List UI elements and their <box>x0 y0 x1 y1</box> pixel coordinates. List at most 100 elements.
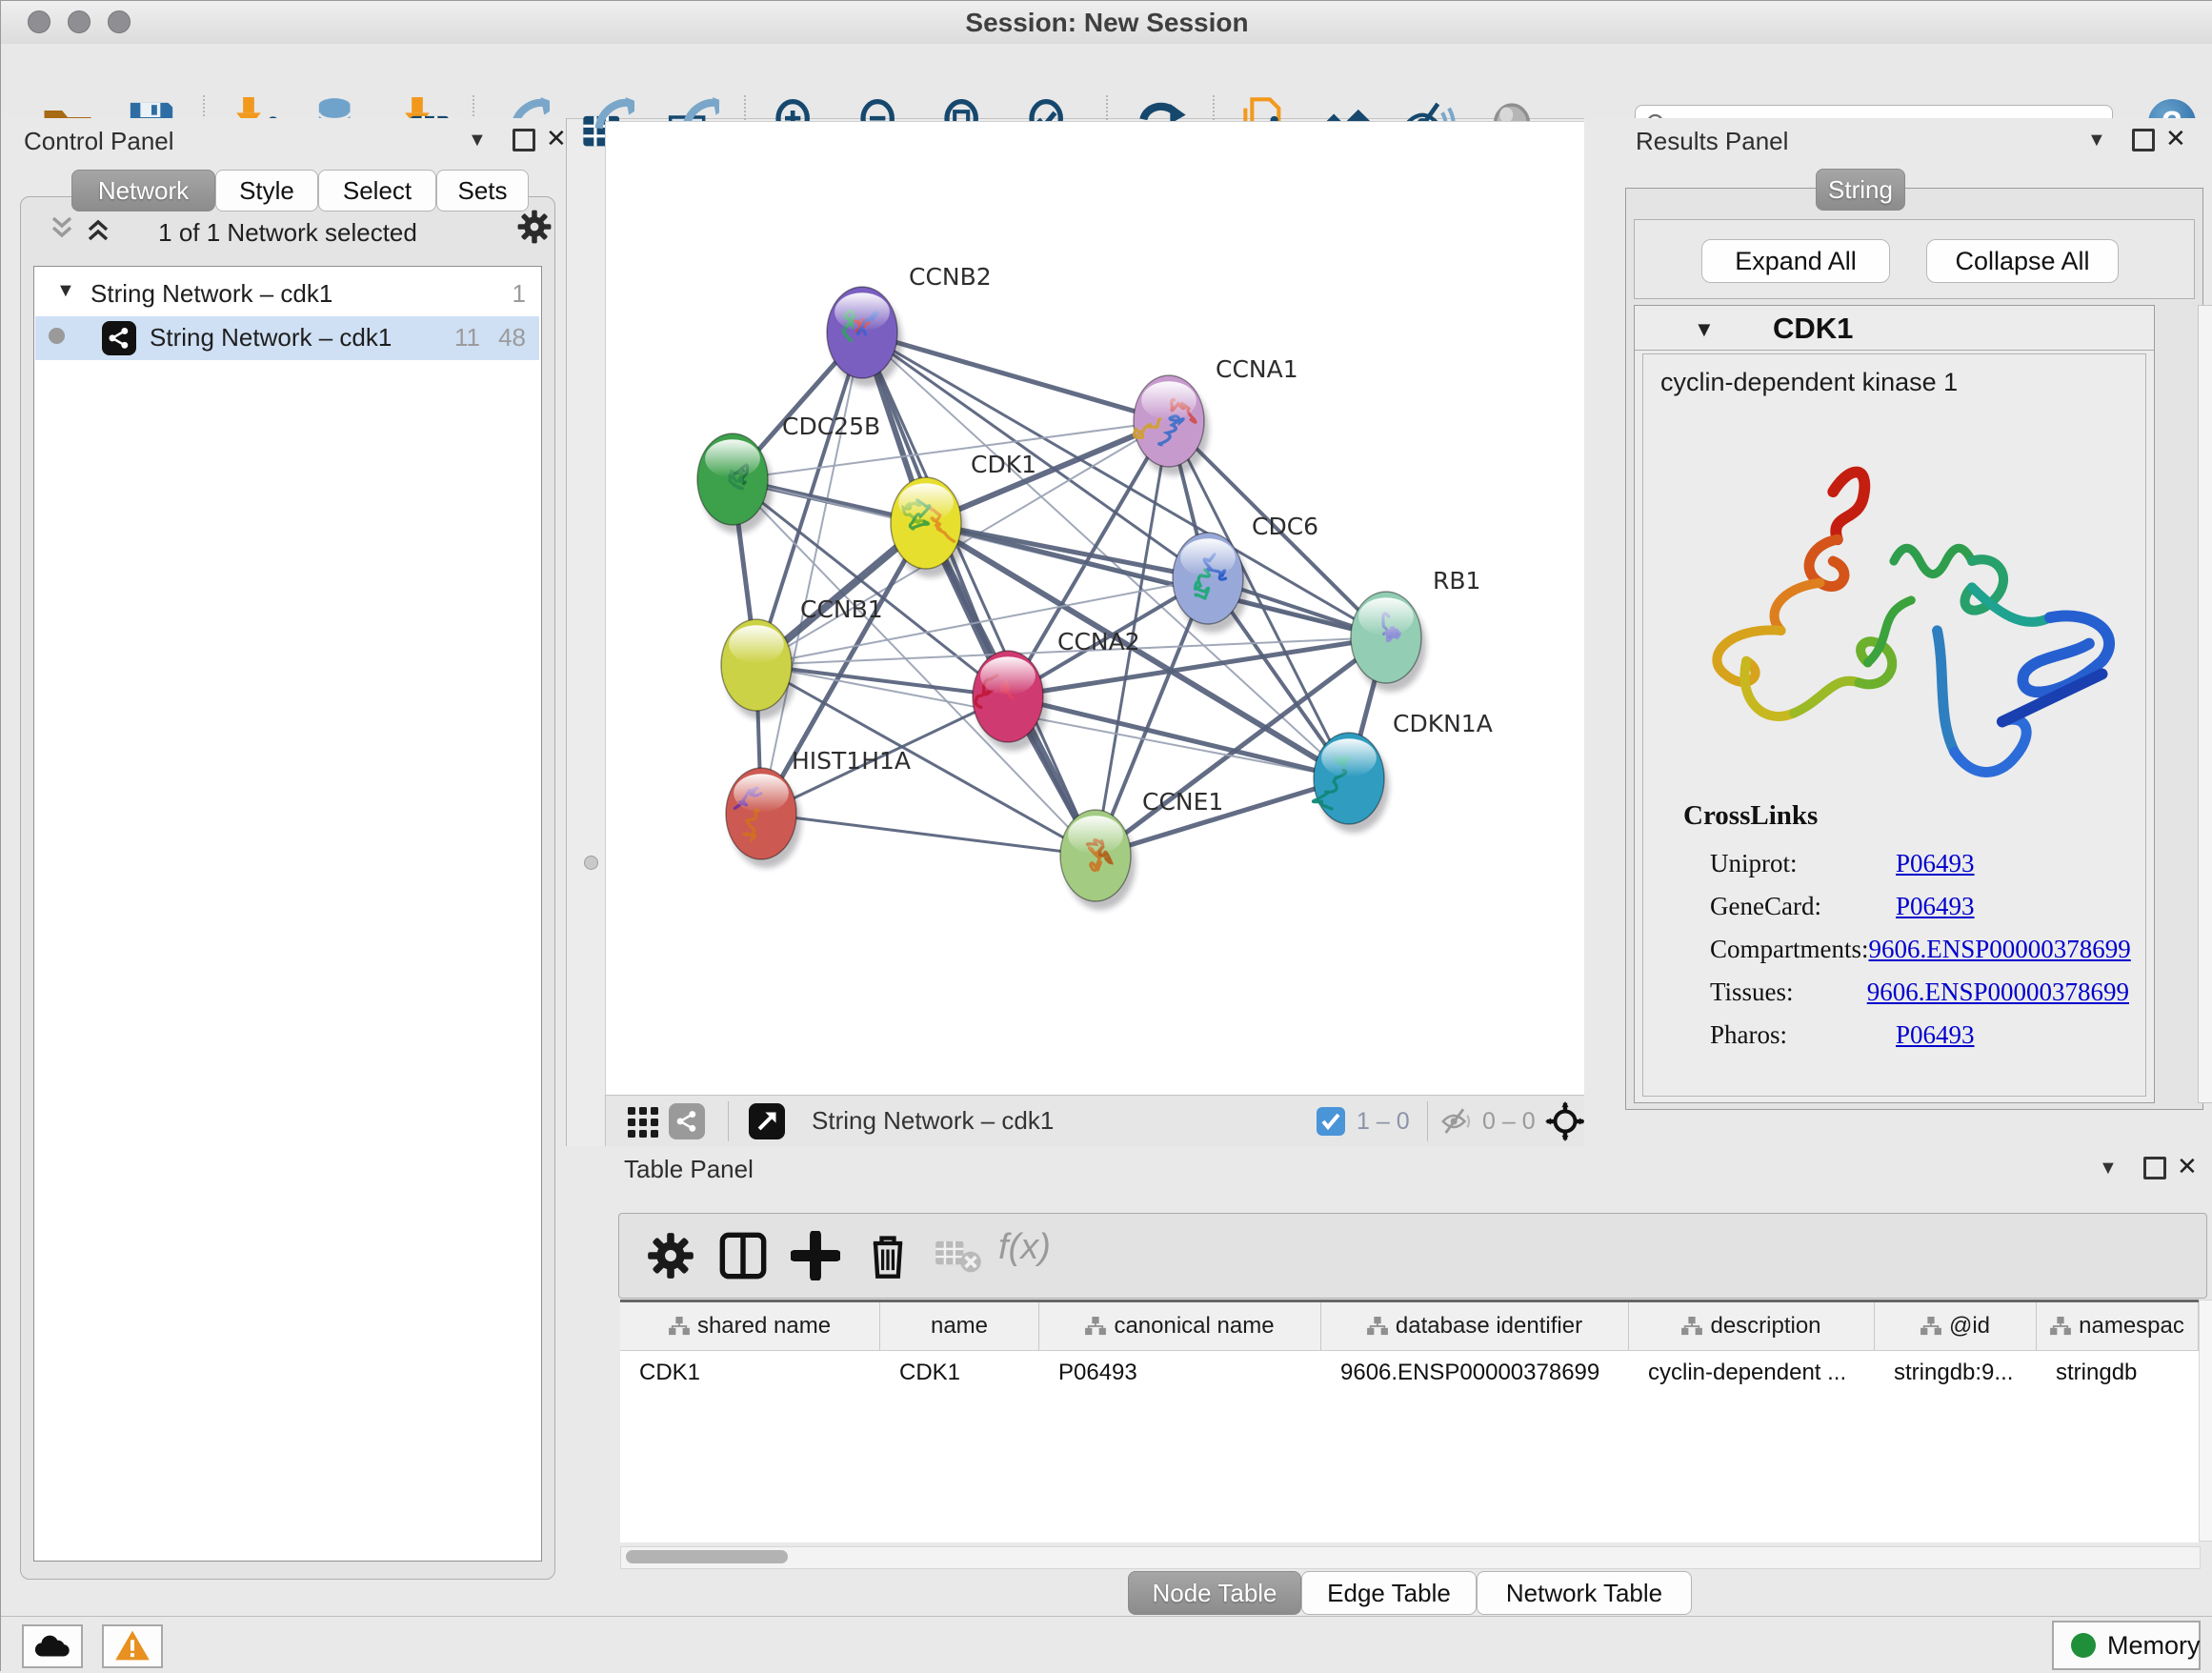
node-CDC25B[interactable]: CDC25B <box>697 413 880 534</box>
cloud-button[interactable] <box>22 1624 83 1668</box>
node-CCNB1[interactable]: CCNB1 <box>721 595 883 719</box>
table-vertical-scrollbar[interactable] <box>2199 1300 2212 1542</box>
control-panel-close-icon[interactable]: ✕ <box>546 124 567 153</box>
results-scrollbar[interactable] <box>2198 305 2212 1103</box>
column-header-name[interactable]: name <box>880 1302 1039 1350</box>
tab-node-table[interactable]: Node Table <box>1128 1571 1301 1615</box>
tab-sets[interactable]: Sets <box>436 170 529 212</box>
column-header-label: canonical name <box>1114 1313 1274 1340</box>
table-tabs: Node TableEdge TableNetwork Table <box>1128 1571 1692 1615</box>
table-cell[interactable]: stringdb <box>2037 1351 2199 1394</box>
control-panel: Control Panel ▼ ✕ NetworkStyleSelectSets… <box>1 118 567 1616</box>
network-status-dot <box>49 328 65 344</box>
network-row-selected[interactable]: String Network – cdk1 11 48 <box>35 316 539 360</box>
collection-count: 1 <box>513 279 526 309</box>
crosslink-row: Pharos:P06493 <box>1710 1014 2129 1057</box>
open-in-window-icon[interactable] <box>749 1103 785 1139</box>
node-CDKN1A[interactable]: CDKN1A <box>1313 710 1492 833</box>
collection-expander-icon[interactable]: ▼ <box>56 280 75 302</box>
warning-button[interactable] <box>102 1624 163 1668</box>
grid-view-icon[interactable] <box>627 1106 659 1139</box>
gene-details-box: cyclin-dependent kinase 1 CrossLinks Uni… <box>1642 353 2146 1097</box>
node-label-HIST1H1A: HIST1H1A <box>792 747 911 775</box>
tab-select[interactable]: Select <box>318 170 436 212</box>
table-cell[interactable]: stringdb:9... <box>1875 1351 2037 1394</box>
node-HIST1H1A[interactable]: HIST1H1A <box>726 747 911 868</box>
results-panel-close-icon[interactable]: ✕ <box>2165 124 2186 153</box>
table-row[interactable]: CDK1CDK1P064939606.ENSP00000378699cyclin… <box>620 1351 2199 1394</box>
node-CCNB2[interactable]: CCNB2 <box>827 263 992 387</box>
birdseye-view-icon[interactable] <box>1545 1101 1585 1141</box>
results-panel-collapse-icon[interactable]: ▼ <box>2087 130 2106 151</box>
control-panel-title: Control Panel <box>24 127 174 156</box>
show-columns-icon[interactable] <box>718 1231 768 1280</box>
crosslink-value-link[interactable]: P06493 <box>1896 1020 1975 1050</box>
function-builder-icon: f(x) <box>998 1227 1051 1268</box>
left-splitter-handle[interactable] <box>584 856 598 870</box>
column-header-label: @id <box>1949 1313 1990 1340</box>
node-label-CCNA1: CCNA1 <box>1216 355 1298 383</box>
memory-button[interactable]: Memory <box>2052 1621 2201 1670</box>
collapse-all-button[interactable]: Collapse All <box>1926 239 2119 283</box>
tab-style[interactable]: Style <box>215 170 318 212</box>
table-panel-collapse-icon[interactable]: ▼ <box>2099 1158 2118 1179</box>
network-view-toolbar: String Network – cdk1 1 – 0 0 – 0 <box>605 1095 1586 1148</box>
table-options-gear-icon[interactable] <box>646 1231 695 1280</box>
edge-CCNB2-CCNA1[interactable] <box>862 333 1169 421</box>
tab-network[interactable]: Network <box>71 170 215 212</box>
expand-all-button[interactable]: Expand All <box>1701 239 1890 283</box>
tab-edge-table[interactable]: Edge Table <box>1301 1571 1477 1615</box>
network-canvas[interactable]: CCNB2CCNA1CDC25BCDK1CDC6RB1CCNB1CCNA2CDK… <box>605 121 1586 1097</box>
divider <box>1635 350 2154 351</box>
tab-string[interactable]: String <box>1816 169 1905 211</box>
results-panel-float-icon[interactable] <box>2132 129 2155 151</box>
crosslink-row: Tissues:9606.ENSP00000378699 <box>1710 971 2129 1014</box>
table-horizontal-scroll-thumb[interactable] <box>626 1550 788 1563</box>
results-panel-title: Results Panel <box>1636 127 1788 156</box>
control-panel-float-icon[interactable] <box>513 129 535 151</box>
table-cell[interactable]: P06493 <box>1039 1351 1321 1394</box>
node-table[interactable]: shared namename canonical name database id… <box>620 1300 2199 1542</box>
table-cell[interactable]: cyclin-dependent ... <box>1629 1351 1875 1394</box>
node-CCNA1[interactable]: CCNA1 <box>1134 355 1298 475</box>
protein-structure-image <box>1651 413 2137 787</box>
edge-CCNB2-HIST1H1A[interactable] <box>761 333 862 814</box>
minimize-window-button[interactable] <box>68 10 90 33</box>
crosslink-value-link[interactable]: P06493 <box>1896 892 1975 921</box>
column-header-namespac[interactable]: namespac <box>2037 1302 2199 1350</box>
zoom-window-button[interactable] <box>108 10 131 33</box>
tab-network-table[interactable]: Network Table <box>1477 1571 1692 1615</box>
crosslinks-list: Uniprot:P06493GeneCard:P06493Compartment… <box>1710 842 2129 1057</box>
column-header-database-identifier[interactable]: database identifier <box>1321 1302 1629 1350</box>
column-header-canonical-name[interactable]: canonical name <box>1039 1302 1321 1350</box>
close-window-button[interactable] <box>28 10 50 33</box>
delete-column-trash-icon[interactable] <box>863 1231 913 1280</box>
crosslink-label: GeneCard: <box>1710 892 1896 921</box>
edge-HIST1H1A-CCNE1[interactable] <box>761 814 1096 856</box>
node-RB1[interactable]: RB1 <box>1351 567 1480 692</box>
control-panel-collapse-icon[interactable]: ▼ <box>468 130 487 151</box>
network-options-gear-icon[interactable] <box>516 209 553 245</box>
table-panel-float-icon[interactable] <box>2143 1157 2166 1179</box>
table-cell[interactable]: CDK1 <box>620 1351 880 1394</box>
table-panel-title: Table Panel <box>624 1155 754 1184</box>
column-header-shared-name[interactable]: shared name <box>620 1302 880 1350</box>
table-horizontal-scrollbar[interactable] <box>620 1546 2201 1569</box>
column-header-description[interactable]: description <box>1629 1302 1875 1350</box>
node-CCNE1[interactable]: CCNE1 <box>1060 788 1223 910</box>
gene-expander-icon[interactable]: ▼ <box>1694 317 1715 342</box>
memory-status-dot <box>2071 1633 2096 1658</box>
crosslink-value-link[interactable]: 9606.ENSP00000378699 <box>1868 935 2130 964</box>
table-cell[interactable]: CDK1 <box>880 1351 1039 1394</box>
selected-checkbox-icon[interactable] <box>1317 1107 1345 1136</box>
network-view-share-icon[interactable] <box>669 1103 705 1139</box>
create-column-plus-icon[interactable] <box>791 1231 840 1280</box>
crosslink-value-link[interactable]: P06493 <box>1896 849 1975 878</box>
crosslink-value-link[interactable]: 9606.ENSP00000378699 <box>1867 978 2129 1007</box>
network-collection-row[interactable]: ▼ String Network – cdk1 1 <box>35 272 539 316</box>
table-panel-close-icon[interactable]: ✕ <box>2177 1152 2198 1181</box>
mapped-column-icon <box>1367 1317 1388 1336</box>
edge-CCNB2-CCNE1[interactable] <box>862 333 1096 856</box>
column-header--id[interactable]: @id <box>1875 1302 2037 1350</box>
table-cell[interactable]: 9606.ENSP00000378699 <box>1321 1351 1629 1394</box>
